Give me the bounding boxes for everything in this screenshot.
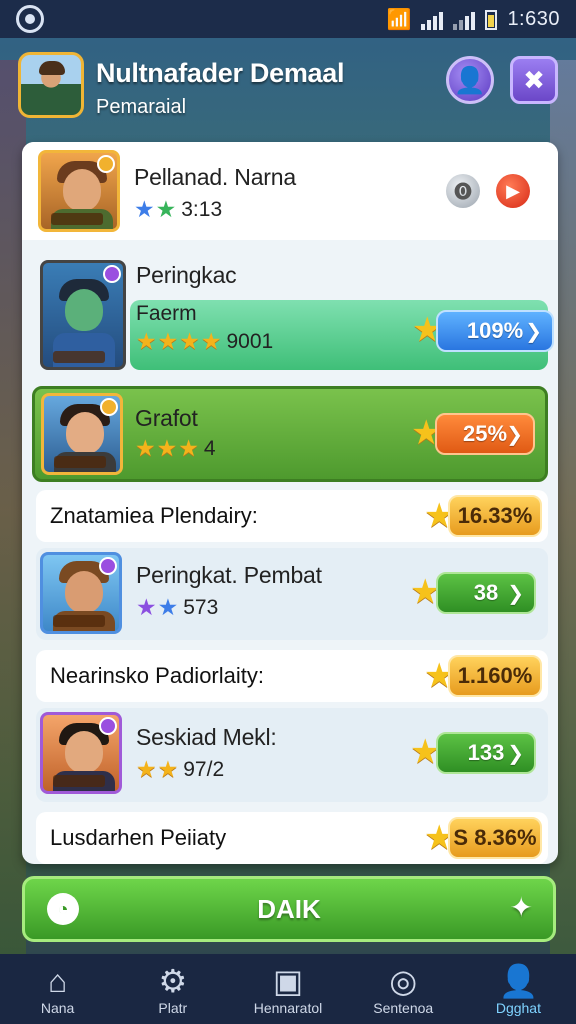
app-status-icon [16, 5, 44, 33]
header-subtitle: Pemaraial [96, 96, 187, 118]
top-player-portrait [38, 150, 120, 232]
status-time: 1:630 [507, 8, 560, 30]
section-rating: ★ ★ ★ ★ 9001 [136, 328, 274, 354]
gear-icon: ⚙ [158, 963, 188, 999]
grid-icon: ✖ [523, 64, 545, 95]
row-3-pill-button[interactable]: 133 ❯ [436, 732, 536, 774]
signal-2-icon [453, 10, 476, 30]
bottom-nav: ⌂ Nana ⚙ Platr ▣ Hennaratol ◎ Sentenoa 👤… [0, 954, 576, 1024]
row-1-pill-button[interactable]: 25% ❯ [435, 413, 535, 455]
header: Nultnafader Demaal Pemaraial 👤 ✖ [18, 52, 558, 124]
nav-item-hennaratol[interactable]: ▣ Hennaratol [230, 954, 345, 1024]
section-row[interactable]: Faerm ★ ★ ★ ★ 9001 ★ 109% ❯ [130, 300, 554, 370]
nav-label: Sentenoa [373, 1000, 434, 1016]
rank-badge-icon [103, 265, 121, 283]
top-player-score: 3:13 [181, 197, 223, 221]
summary-2-label: Nearinsko Padiorlaity: [50, 663, 264, 688]
row-2-name: Peringkat. Pembat [136, 562, 322, 588]
row-3-portrait [40, 712, 122, 794]
row-3-name: Seskiad Mekl: [136, 724, 277, 750]
section-player-portrait [40, 260, 126, 370]
section-pill-value: 109% [466, 318, 524, 343]
sparkle-icon: ✦ [509, 892, 533, 923]
top-player-card[interactable]: Pellanad. Narna ★ ★ 3:13 ⓿ ▶ [22, 142, 558, 240]
summary-3-value: S 8.36% [448, 817, 542, 859]
summary-1-value: 16.33% [448, 495, 542, 537]
row-2-score: 573 [183, 595, 219, 619]
rank-badge-icon [97, 155, 115, 173]
chevron-right-icon: ❯ [507, 742, 524, 765]
rank-badge-icon [99, 557, 117, 575]
star-icon: ★ [134, 196, 155, 222]
star-icon: ★ [155, 196, 177, 222]
row-3-pill-value: 133 [467, 740, 505, 765]
play-icon: ▶ [506, 180, 520, 201]
section-heading: Peringkac [136, 262, 237, 288]
nav-item-sentenoa[interactable]: ◎ Sentenoa [346, 954, 461, 1024]
leaderboard-row-3[interactable]: Seskiad Mekl: ★ ★ 97/2 ★ 133 ❯ [36, 708, 548, 802]
summary-row-3: Lusdarhen Peiiaty ★ S 8.36% [36, 812, 548, 864]
row-3-score: 97/2 [183, 757, 225, 781]
section-score: 9001 [226, 329, 274, 353]
row-2-rating: ★ ★ 573 [136, 594, 219, 620]
main-action-button[interactable]: ◔ DAIK ✦ [22, 876, 556, 942]
profile-icon: 👤 [498, 963, 539, 999]
leaderboard-row-2[interactable]: Peringkat. Pembat ★ ★ 573 ★ 38 ❯ [36, 548, 548, 640]
row-1-pill-value: 25% [462, 421, 508, 446]
ranking-section: Peringkac Faerm ★ ★ ★ ★ 9001 ★ 109% ❯ [36, 252, 554, 376]
menu-button[interactable]: ✖ [510, 56, 558, 104]
row-1-rating: ★ ★ ★ 4 [135, 435, 216, 461]
row-3-rating: ★ ★ 97/2 [136, 756, 225, 782]
signal-icon [421, 10, 444, 30]
summary-row-1: Znatamiea Plendairy: ★ 16.33% [36, 490, 548, 542]
row-2-pill-value: 38 [473, 580, 499, 605]
nav-label: Nana [40, 1000, 75, 1016]
leaderboard-panel: Pellanad. Narna ★ ★ 3:13 ⓿ ▶ Peringkac F… [22, 142, 558, 864]
info-icon: ⓿ [454, 182, 472, 202]
battery-icon [485, 9, 498, 30]
summary-1-label: Znatamiea Plendairy: [50, 503, 258, 528]
leaderboard-row-1[interactable]: Grafot ★ ★ ★ 4 ★ 25% ❯ [32, 386, 548, 482]
player-avatar[interactable] [18, 52, 84, 118]
cards-icon: ▣ [272, 963, 304, 999]
top-player-rating: ★ ★ 3:13 [134, 196, 222, 223]
rank-badge-icon [99, 717, 117, 735]
profile-button[interactable]: 👤 [446, 56, 494, 104]
row-2-portrait [40, 552, 122, 634]
play-button[interactable]: ▶ [496, 174, 530, 208]
nav-item-dgghat[interactable]: 👤 Dgghat [461, 954, 576, 1024]
row-2-pill-button[interactable]: 38 ❯ [436, 572, 536, 614]
user-icon: 👤 [453, 64, 487, 95]
status-bar: 📶 1:630 [0, 0, 576, 38]
nav-item-home[interactable]: ⌂ Nana [0, 954, 115, 1024]
nav-item-platr[interactable]: ⚙ Platr [115, 954, 230, 1024]
section-name: Faerm [136, 302, 197, 325]
nav-label: Platr [158, 1000, 188, 1016]
home-icon: ⌂ [47, 963, 68, 999]
nav-label: Dgghat [495, 1000, 541, 1016]
main-action-label: DAIK [257, 893, 321, 924]
timer-icon: ◔ [47, 893, 79, 925]
chevron-right-icon: ❯ [506, 423, 523, 446]
row-1-score: 4 [203, 436, 216, 460]
row-1-portrait [41, 393, 123, 475]
chevron-right-icon: ❯ [507, 582, 524, 605]
nav-label: Hennaratol [253, 1000, 323, 1016]
header-title: Nultnafader Demaal [96, 58, 345, 88]
summary-row-2: Nearinsko Padiorlaity: ★ 1.160% [36, 650, 548, 702]
wifi-icon: 📶 [386, 9, 412, 31]
chevron-right-icon: ❯ [525, 320, 542, 343]
summary-3-label: Lusdarhen Peiiaty [50, 825, 227, 850]
settings-icon: ◎ [389, 963, 418, 999]
top-player-name: Pellanad. Narna [134, 164, 296, 190]
summary-2-value: 1.160% [448, 655, 542, 697]
info-button[interactable]: ⓿ [446, 174, 480, 208]
rank-badge-icon [100, 398, 118, 416]
row-1-name: Grafot [135, 405, 198, 431]
section-pill-button[interactable]: 109% ❯ [436, 310, 554, 352]
